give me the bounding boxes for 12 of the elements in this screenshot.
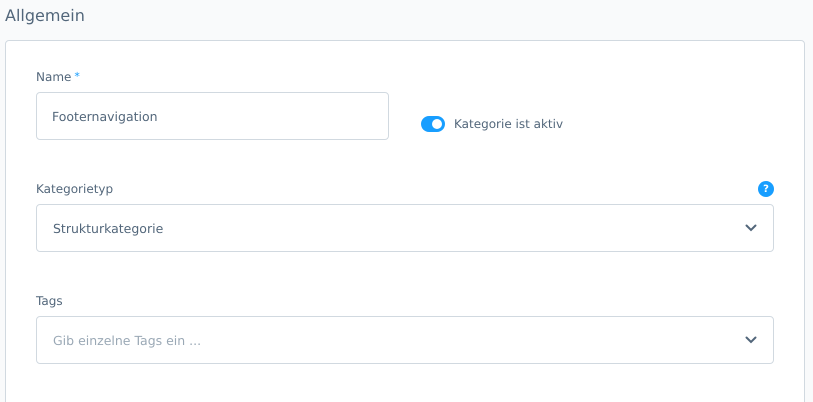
field-label: Tags xyxy=(36,294,63,308)
name-input[interactable]: Footernavigation xyxy=(36,92,389,140)
toggle-label: Kategorie ist aktiv xyxy=(454,117,564,131)
field-label: Name * xyxy=(36,70,80,84)
section-title: Allgemein xyxy=(5,5,86,27)
chevron-down-icon xyxy=(745,224,757,232)
field-label: Kategorietyp xyxy=(36,182,114,196)
category-type-select[interactable]: Strukturkategorie xyxy=(36,204,774,252)
select-value: Strukturkategorie xyxy=(53,220,164,236)
select-placeholder: Gib einzelne Tags ein ... xyxy=(53,332,202,348)
toggle-switch[interactable] xyxy=(421,116,445,132)
chevron-down-icon xyxy=(745,336,757,344)
